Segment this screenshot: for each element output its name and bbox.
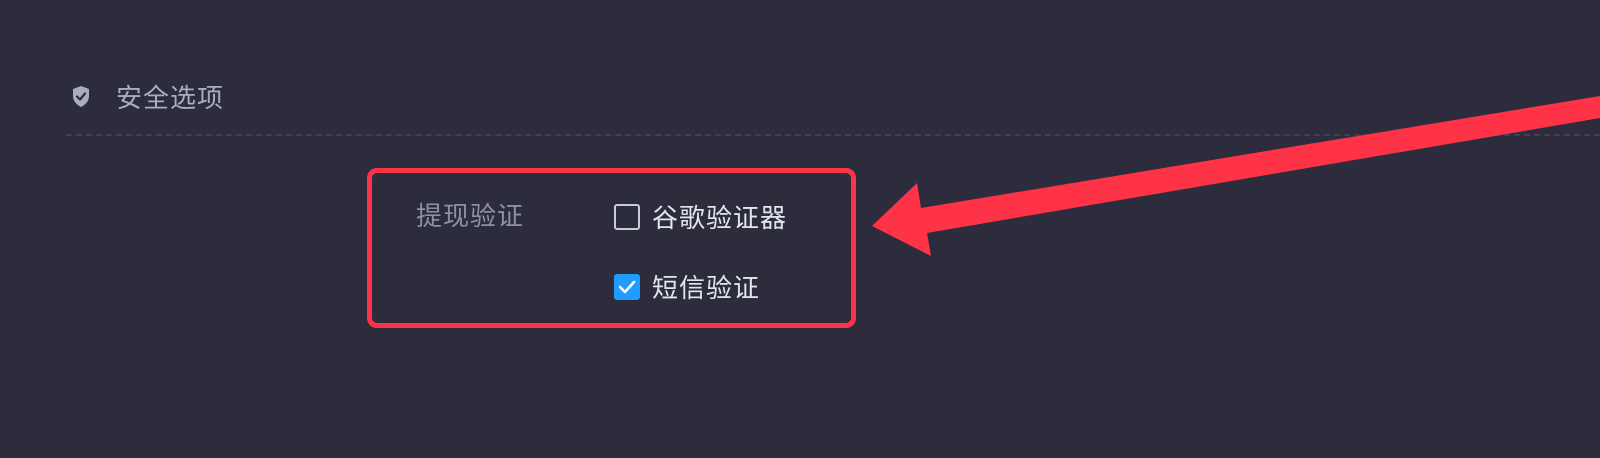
highlight-box (367, 168, 856, 328)
sms-verification-option[interactable]: 短信验证 (614, 268, 760, 305)
section-header: 安全选项 (70, 78, 224, 114)
section-title: 安全选项 (116, 83, 225, 114)
sms-verification-checkbox[interactable] (614, 273, 640, 300)
google-authenticator-option[interactable]: 谷歌验证器 (614, 198, 787, 235)
page: 安全选项 提现验证 谷歌验证器 短信验证 (0, 0, 1600, 458)
shield-check-icon (70, 85, 92, 107)
sms-verification-label[interactable]: 短信验证 (652, 268, 760, 305)
checkmark-icon (618, 280, 636, 293)
withdraw-verification-label: 提现验证 (416, 202, 525, 232)
divider (66, 134, 1600, 136)
google-authenticator-checkbox[interactable] (614, 203, 640, 230)
google-authenticator-label[interactable]: 谷歌验证器 (652, 198, 787, 235)
